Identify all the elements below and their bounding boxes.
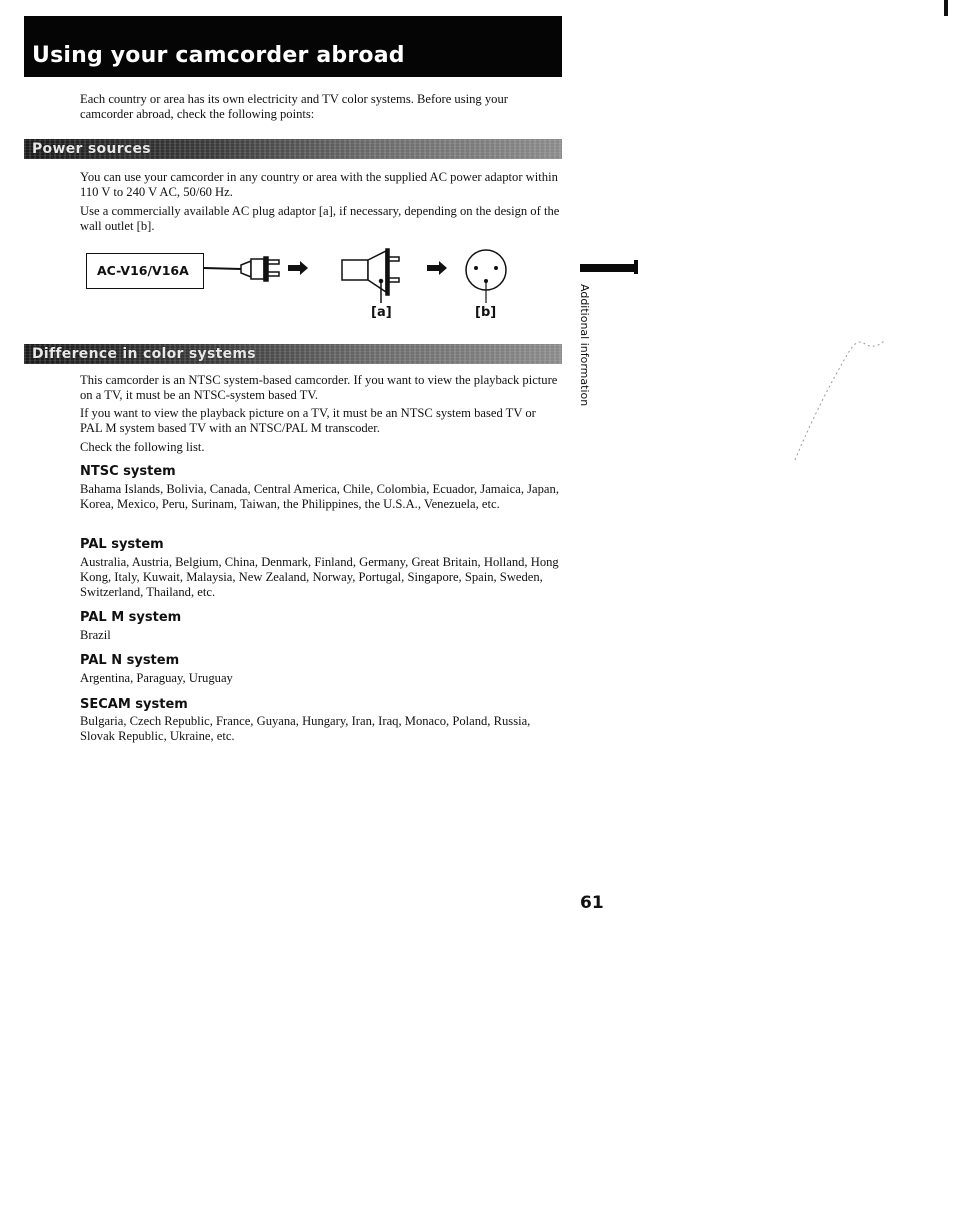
system-heading-pal-m: PAL M system [80, 610, 182, 625]
label-b: [b] [475, 305, 497, 320]
system-countries-secam: Bulgaria, Czech Republic, France, Guyana… [80, 714, 531, 743]
label-a: [a] [371, 305, 392, 320]
plug-adaptor-paragraph: Use a commercially available AC plug ada… [80, 204, 560, 233]
diagram-drawing [203, 248, 507, 303]
side-tab-label: Additional information [578, 284, 591, 407]
system-heading-secam: SECAM system [80, 697, 188, 712]
scan-artifact-mark [794, 339, 886, 461]
system-countries-pal-n: Argentina, Paraguay, Uruguay [80, 671, 233, 685]
power-cord-icon [203, 267, 242, 270]
system-countries-pal: Australia, Austria, Belgium, China, Denm… [80, 555, 559, 599]
section-heading-color-systems: Difference in color systems [32, 346, 256, 362]
page-title: Using your camcorder abroad [32, 43, 405, 68]
system-heading-pal: PAL system [80, 537, 164, 552]
section-heading-power-sources: Power sources [32, 141, 151, 157]
color-systems-paragraph: This camcorder is an NTSC system-based c… [80, 373, 558, 402]
title-banner: Using your camcorder abroad [24, 16, 562, 77]
system-countries-pal-m: Brazil [80, 628, 111, 642]
arrow-right-icon [427, 261, 447, 275]
section-bar-power-sources: Power sources [24, 139, 562, 159]
section-bar-color-systems: Difference in color systems [24, 344, 562, 364]
page-edge-mark [944, 0, 948, 16]
page-number: 61 [580, 893, 604, 913]
intro-text: Each country or area has its own electri… [80, 92, 508, 121]
power-plug-icon [240, 256, 280, 282]
check-list-paragraph: Check the following list. [80, 440, 205, 454]
system-heading-ntsc: NTSC system [80, 464, 176, 479]
side-index-tab [580, 264, 638, 272]
plug-adaptor-icon [341, 248, 400, 303]
plug-adaptor-diagram: AC-V16/V16A [a] [b] [86, 245, 526, 325]
wall-outlet-icon [465, 249, 507, 303]
system-countries-ntsc: Bahama Islands, Bolivia, Canada, Central… [80, 482, 559, 511]
transcoder-paragraph: If you want to view the playback picture… [80, 406, 536, 435]
power-sources-paragraph: You can use your camcorder in any countr… [80, 170, 558, 199]
side-index-tab-tip [634, 260, 638, 274]
system-heading-pal-n: PAL N system [80, 653, 180, 668]
arrow-right-icon [288, 261, 308, 275]
